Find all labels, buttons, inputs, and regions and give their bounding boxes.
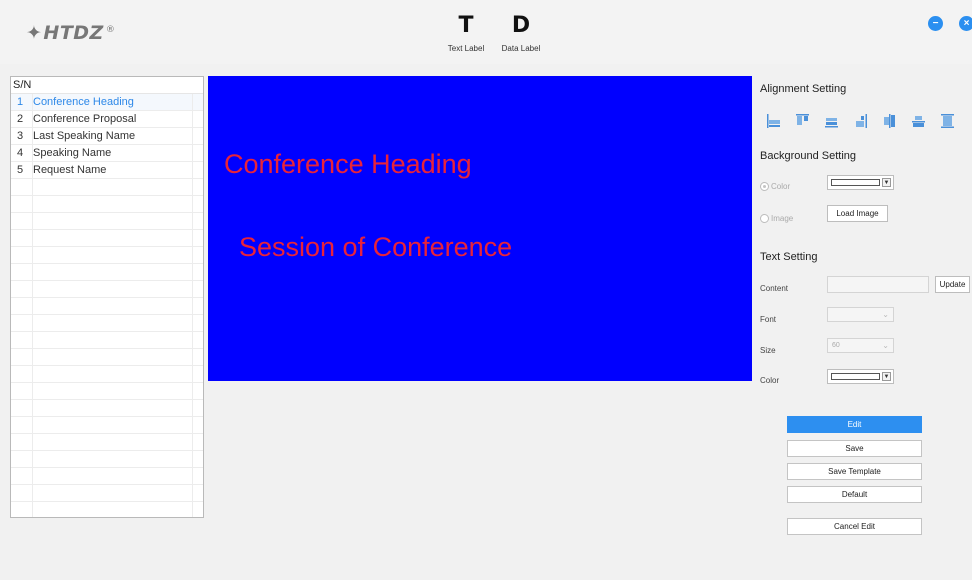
text-label-tool[interactable]: T Text Label	[439, 13, 493, 54]
text-label-caption: Text Label	[447, 44, 485, 53]
cancel-edit-button[interactable]: Cancel Edit	[787, 518, 922, 535]
update-button[interactable]: Update	[935, 276, 970, 293]
empty-list-row	[11, 315, 203, 332]
minimize-button[interactable]: −	[928, 16, 943, 31]
empty-list-row	[11, 366, 203, 383]
list-item-number: 3	[17, 130, 24, 142]
text-color-swatch	[831, 373, 880, 380]
empty-list-row	[11, 383, 203, 400]
text-setting-title: Text Setting	[760, 251, 818, 263]
edit-button[interactable]: Edit	[787, 416, 922, 433]
list-item[interactable]: 1 Conference Heading	[11, 94, 203, 111]
empty-list-row	[11, 434, 203, 451]
size-label: Size	[760, 346, 776, 355]
list-item-number: 1	[17, 96, 24, 108]
data-label-tool[interactable]: D Data Label	[494, 13, 548, 54]
align-center-icon[interactable]	[911, 113, 926, 129]
chevron-down-icon: ⌄	[882, 310, 889, 319]
list-item-number: 5	[17, 164, 24, 176]
text-color-label: Color	[760, 376, 780, 385]
data-label-icon: D	[511, 13, 531, 38]
text-color-picker[interactable]: ▼	[827, 369, 894, 384]
logo-mark-icon: ✦	[26, 22, 43, 44]
size-value: 60	[832, 342, 840, 349]
align-middle-icon[interactable]	[882, 113, 897, 129]
sn-list-panel: S/N 1 Conference Heading 2 Conference Propo…	[10, 76, 204, 518]
list-item-label: Conference Heading	[33, 96, 134, 108]
empty-list-row	[11, 468, 203, 485]
align-bottom-icon[interactable]	[824, 113, 839, 129]
bg-color-radio[interactable]	[760, 182, 769, 191]
minimize-icon: −	[932, 18, 939, 29]
list-item[interactable]: 3 Last Speaking Name	[11, 128, 203, 145]
alignment-toolbar	[766, 113, 972, 131]
empty-list-row	[11, 298, 203, 315]
bg-color-label: Color	[771, 182, 791, 191]
align-top-icon[interactable]	[795, 113, 810, 129]
alignment-setting-title: Alignment Setting	[760, 83, 847, 95]
data-label-caption: Data Label	[501, 44, 541, 53]
save-button[interactable]: Save	[787, 440, 922, 457]
empty-list-row	[11, 400, 203, 417]
empty-list-row	[11, 247, 203, 264]
app-logo: ✦HTDZ ®	[26, 22, 115, 44]
logo-text: HTDZ	[43, 22, 104, 44]
font-label: Font	[760, 315, 777, 324]
empty-list-row	[11, 213, 203, 230]
sn-column-divider	[32, 94, 33, 517]
empty-list-row	[11, 264, 203, 281]
align-stretch-icon[interactable]	[940, 113, 955, 129]
sn-column-divider	[192, 94, 193, 517]
text-label-icon: T	[458, 13, 474, 38]
load-image-button[interactable]: Load Image	[827, 205, 888, 222]
list-item-number: 2	[17, 113, 24, 125]
size-select[interactable]: 60 ⌄	[827, 338, 894, 353]
canvas-text-conference-heading[interactable]: Conference Heading	[224, 149, 472, 180]
close-icon: ×	[963, 18, 970, 29]
empty-list-row	[11, 417, 203, 434]
chevron-down-icon: ⌄	[882, 341, 889, 350]
content-input[interactable]	[827, 276, 929, 293]
bg-color-picker[interactable]: ▼	[827, 175, 894, 190]
empty-list-row	[11, 485, 203, 502]
sn-list-rows: 1 Conference Heading 2 Conference Proposal 3…	[11, 94, 203, 517]
list-item[interactable]: 4 Speaking Name	[11, 145, 203, 162]
bg-color-swatch	[831, 179, 880, 186]
bg-image-radio[interactable]	[760, 214, 769, 223]
align-right-icon[interactable]	[853, 113, 868, 129]
list-item[interactable]: 5 Request Name	[11, 162, 203, 179]
list-item-label: Conference Proposal	[33, 113, 137, 125]
close-button[interactable]: ×	[959, 16, 972, 31]
empty-list-row	[11, 349, 203, 366]
chevron-down-icon: ▼	[882, 372, 891, 381]
canvas-text-session[interactable]: Session of Conference	[239, 232, 512, 263]
sn-list-header: S/N	[11, 77, 203, 94]
empty-list-row	[11, 451, 203, 468]
default-button[interactable]: Default	[787, 486, 922, 503]
empty-list-row	[11, 332, 203, 349]
empty-list-row	[11, 179, 203, 196]
align-left-icon[interactable]	[766, 113, 781, 129]
list-item-label: Request Name	[33, 164, 107, 176]
background-setting-title: Background Setting	[760, 150, 857, 162]
empty-list-row	[11, 281, 203, 298]
preview-canvas[interactable]: Conference Heading Session of Conference	[208, 76, 752, 381]
empty-list-row	[11, 196, 203, 213]
list-item-label: Speaking Name	[33, 147, 112, 159]
empty-list-row	[11, 230, 203, 247]
chevron-down-icon: ▼	[882, 178, 891, 187]
list-item-label: Last Speaking Name	[33, 130, 136, 142]
list-item[interactable]: 2 Conference Proposal	[11, 111, 203, 128]
list-item-number: 4	[17, 147, 24, 159]
logo-registered: ®	[105, 24, 116, 35]
bg-image-label: Image	[771, 214, 794, 223]
save-template-button[interactable]: Save Template	[787, 463, 922, 480]
top-bar: ✦HTDZ ® T Text Label D Data Label − ×	[0, 0, 972, 64]
empty-list-row	[11, 502, 203, 517]
content-label: Content	[760, 284, 789, 293]
font-select[interactable]: ⌄	[827, 307, 894, 322]
